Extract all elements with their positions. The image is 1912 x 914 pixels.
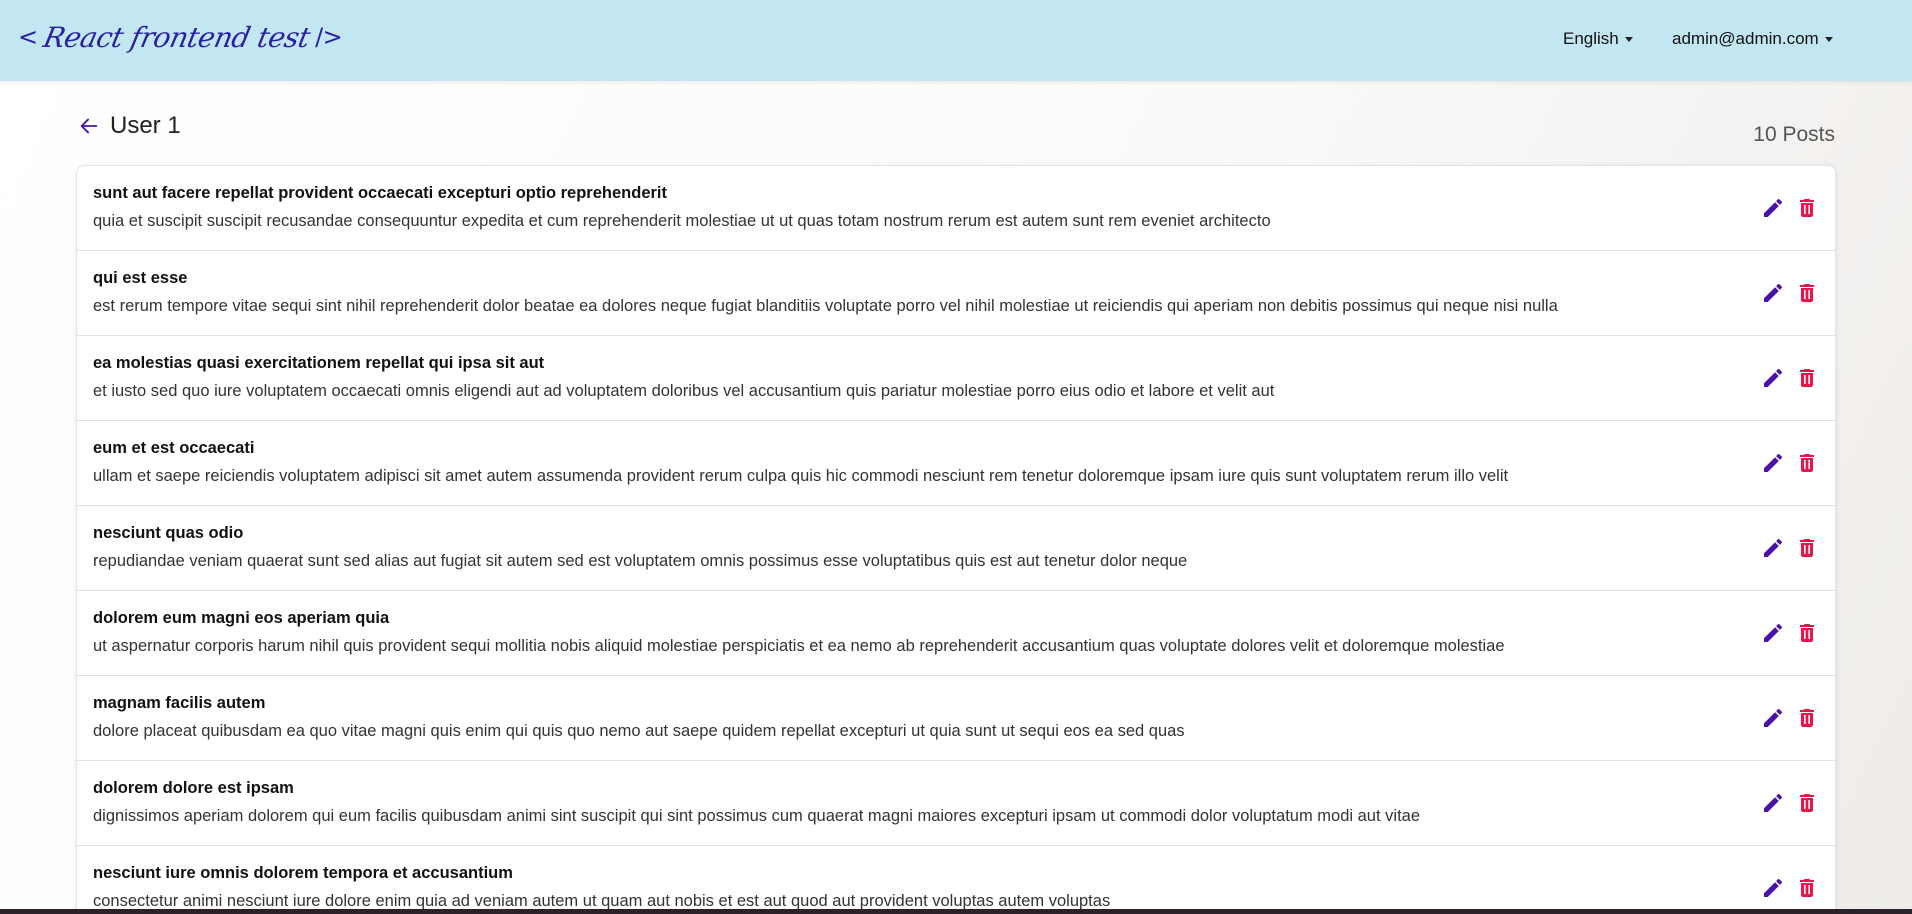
post-row: qui est esse est rerum tempore vitae seq…: [77, 251, 1835, 336]
trash-icon[interactable]: [1795, 706, 1819, 730]
logo-text: React frontend test: [40, 20, 313, 54]
posts-count: 10 Posts: [1753, 123, 1835, 146]
post-body: dignissimos aperiam dolorem qui eum faci…: [93, 807, 1421, 825]
post-body: quia et suscipit suscipit recusandae con…: [93, 212, 1271, 230]
user-email-label: admin@admin.com: [1672, 29, 1819, 48]
post-row: eum et est occaecati ullam et saepe reic…: [77, 421, 1835, 506]
post-title: ea molestias quasi exercitationem repell…: [93, 354, 545, 372]
post-title: eum et est occaecati: [93, 439, 255, 457]
post-body: dolore placeat quibusdam ea quo vitae ma…: [93, 722, 1185, 740]
post-row: dolorem dolore est ipsam dignissimos ape…: [77, 761, 1835, 846]
pencil-icon[interactable]: [1761, 281, 1785, 305]
post-actions: [1761, 451, 1819, 475]
post-title: nesciunt quas odio: [93, 524, 244, 542]
pencil-icon[interactable]: [1761, 876, 1785, 900]
post-actions: [1761, 281, 1819, 305]
post-actions: [1761, 791, 1819, 815]
post-actions: [1761, 621, 1819, 645]
trash-icon[interactable]: [1795, 791, 1819, 815]
logo-close-bracket: />: [315, 23, 343, 51]
post-body: ut aspernatur corporis harum nihil quis …: [93, 637, 1505, 655]
page-title: User 1: [110, 112, 181, 139]
pencil-icon[interactable]: [1761, 536, 1785, 560]
user-dropdown[interactable]: admin@admin.com: [1672, 29, 1833, 49]
post-row: ea molestias quasi exercitationem repell…: [77, 336, 1835, 421]
trash-icon[interactable]: [1795, 196, 1819, 220]
post-body: ullam et saepe reiciendis voluptatem adi…: [93, 467, 1509, 485]
post-actions: [1761, 536, 1819, 560]
posts-list: sunt aut facere repellat provident occae…: [76, 165, 1836, 914]
pencil-icon[interactable]: [1761, 621, 1785, 645]
post-actions: [1761, 366, 1819, 390]
navbar: < React frontend test /> English admin@a…: [0, 0, 1912, 81]
bottom-edge: [0, 909, 1912, 914]
post-title: dolorem dolore est ipsam: [93, 779, 294, 797]
caret-down-icon: [1824, 36, 1833, 42]
app-logo[interactable]: < React frontend test />: [18, 12, 343, 62]
post-actions: [1761, 706, 1819, 730]
post-row: nesciunt iure omnis dolorem tempora et a…: [77, 846, 1835, 914]
trash-icon[interactable]: [1795, 536, 1819, 560]
pencil-icon[interactable]: [1761, 366, 1785, 390]
post-row: nesciunt quas odio repudiandae veniam qu…: [77, 506, 1835, 591]
post-row: sunt aut facere repellat provident occae…: [77, 166, 1835, 251]
trash-icon[interactable]: [1795, 281, 1819, 305]
pencil-icon[interactable]: [1761, 196, 1785, 220]
post-actions: [1761, 196, 1819, 220]
post-title: dolorem eum magni eos aperiam quia: [93, 609, 390, 627]
post-body: repudiandae veniam quaerat sunt sed alia…: [93, 552, 1188, 570]
trash-icon[interactable]: [1795, 366, 1819, 390]
pencil-icon[interactable]: [1761, 791, 1785, 815]
pencil-icon[interactable]: [1761, 706, 1785, 730]
pencil-icon[interactable]: [1761, 451, 1785, 475]
logo-open-bracket: <: [18, 23, 38, 51]
post-row: dolorem eum magni eos aperiam quia ut as…: [77, 591, 1835, 676]
caret-down-icon: [1624, 36, 1633, 42]
post-title: magnam facilis autem: [93, 694, 266, 712]
post-title: nesciunt iure omnis dolorem tempora et a…: [93, 864, 513, 882]
arrow-left-icon[interactable]: [78, 115, 100, 137]
post-title: qui est esse: [93, 269, 188, 287]
post-title: sunt aut facere repellat provident occae…: [93, 184, 667, 202]
post-row: magnam facilis autem dolore placeat quib…: [77, 676, 1835, 761]
post-body: et iusto sed quo iure voluptatem occaeca…: [93, 382, 1275, 400]
language-label: English: [1563, 29, 1619, 48]
trash-icon[interactable]: [1795, 876, 1819, 900]
trash-icon[interactable]: [1795, 451, 1819, 475]
page-header: User 1: [78, 112, 181, 140]
language-dropdown[interactable]: English: [1563, 29, 1633, 49]
post-actions: [1761, 876, 1819, 900]
post-body: est rerum tempore vitae sequi sint nihil…: [93, 297, 1558, 315]
trash-icon[interactable]: [1795, 621, 1819, 645]
